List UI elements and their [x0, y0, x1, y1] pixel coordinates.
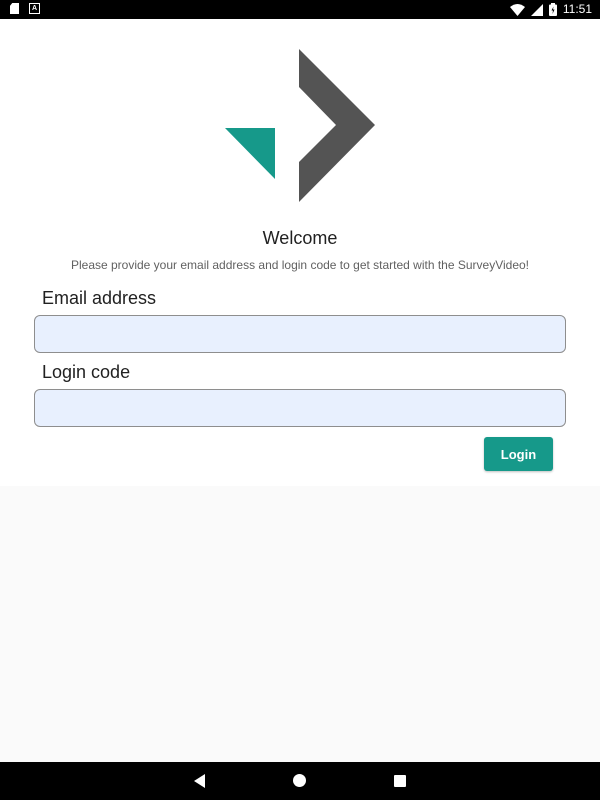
- signal-icon: [530, 3, 543, 16]
- a-notification-icon: A: [29, 3, 40, 14]
- login-button[interactable]: Login: [484, 437, 553, 471]
- welcome-title: Welcome: [262, 228, 338, 248]
- clock: 11:51: [562, 2, 592, 16]
- recents-icon[interactable]: [394, 775, 406, 787]
- app-logo: [225, 49, 375, 202]
- email-label: Email address: [42, 288, 157, 308]
- email-field[interactable]: [34, 315, 566, 353]
- battery-icon: [548, 3, 557, 16]
- home-icon[interactable]: [293, 774, 306, 787]
- sd-card-icon: [10, 3, 19, 14]
- status-bar: A 11:51: [0, 0, 600, 19]
- login-screen: Welcome Please provide your email addres…: [0, 19, 600, 486]
- back-icon[interactable]: [194, 774, 205, 788]
- logo-gray-chevron: [299, 49, 375, 202]
- login-code-label: Login code: [42, 362, 131, 382]
- wifi-icon: [509, 3, 525, 16]
- welcome-subtitle: Please provide your email address and lo…: [70, 258, 530, 272]
- login-code-field[interactable]: [34, 389, 566, 427]
- logo-teal-triangle: [225, 128, 275, 179]
- navigation-bar: [0, 762, 600, 800]
